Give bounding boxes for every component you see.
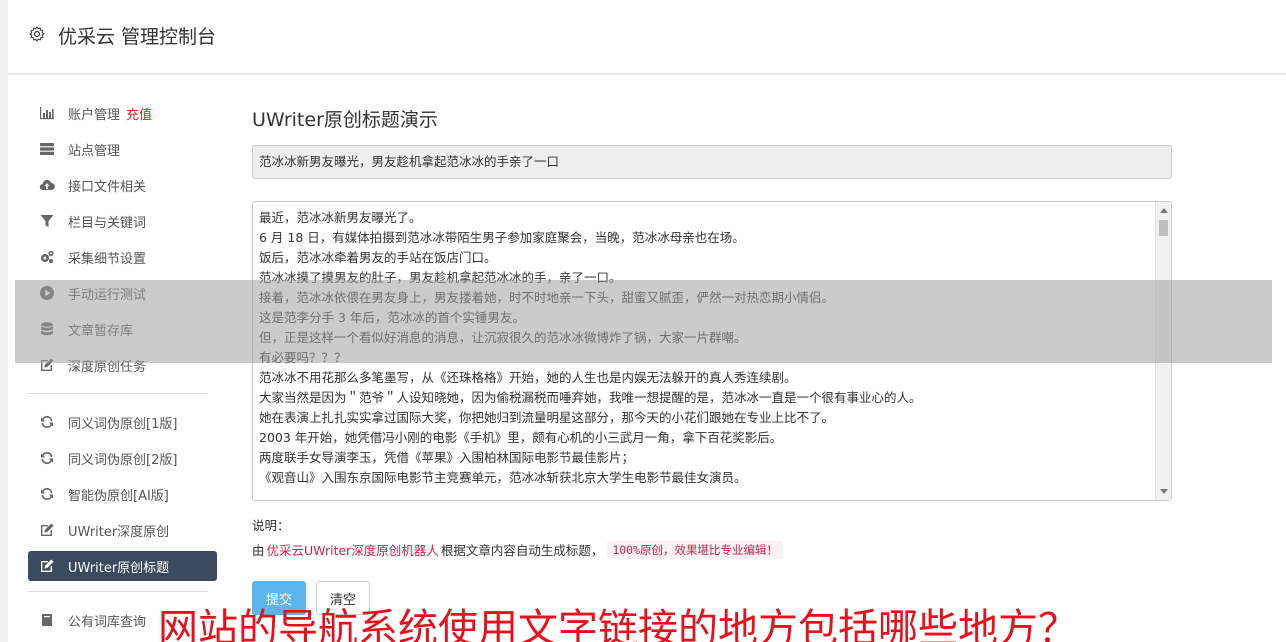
sidebar-item-label: 账户管理 bbox=[68, 107, 121, 123]
note-label: 说明： bbox=[252, 518, 290, 533]
article-line: 但，正是这样一个看似好消息的消息，让沉寂很久的范冰冰微博炸了锅，大家一片群嘲。 bbox=[259, 330, 747, 345]
cogs-icon bbox=[38, 249, 56, 265]
cloud-upload-icon bbox=[38, 177, 56, 193]
sidebar-divider bbox=[28, 591, 208, 592]
article-line: 有必要吗？？？ bbox=[259, 350, 347, 365]
sidebar-item-deep-original-tasks[interactable]: 深度原创任务 bbox=[28, 347, 218, 383]
article-line: 最近，范冰冰新男友曝光了。 bbox=[259, 210, 422, 225]
scroll-down-arrow-icon[interactable] bbox=[1160, 489, 1168, 494]
play-circle-icon bbox=[38, 285, 56, 301]
sidebar-item-label: UWriter原创标题 bbox=[68, 560, 170, 576]
server-icon bbox=[38, 141, 56, 157]
overlay-caption: 网站的导航系统使用文字链接的地方包括哪些地方？ bbox=[158, 606, 1078, 642]
sidebar-item-sites[interactable]: 站点管理 bbox=[28, 131, 218, 167]
sidebar-item-label: 深度原创任务 bbox=[68, 359, 147, 375]
sidebar-item-synonym-v1[interactable]: 同义词伪原创[1版] bbox=[28, 404, 218, 440]
refresh-icon bbox=[38, 450, 56, 466]
edit-icon bbox=[38, 522, 56, 538]
edit-icon bbox=[38, 357, 56, 373]
refresh-icon bbox=[38, 486, 56, 502]
sidebar-item-uwriter-deep[interactable]: UWriter深度原创 bbox=[28, 512, 218, 548]
note-highlight: 优采云UWriter深度原创机器人 bbox=[266, 543, 439, 558]
content-area: UWriter原创标题演示 范冰冰新男友曝光，男友趁机拿起范冰冰的手亲了一口 最… bbox=[252, 105, 1172, 615]
note-code-badge: 100%原创，效果堪比专业编辑！ bbox=[607, 540, 784, 559]
sidebar-item-label: 智能伪原创[AI版] bbox=[68, 488, 169, 504]
sidebar-item-label: 同义词伪原创[2版] bbox=[68, 452, 178, 468]
sidebar-item-label: 手动运行测试 bbox=[68, 287, 147, 303]
sidebar-item-ai-pseudo-original[interactable]: 智能伪原创[AI版] bbox=[28, 476, 218, 512]
article-line: 接着，范冰冰依偎在男友身上，男友搂着她，时不时地亲一下头，甜蜜又腻歪，俨然一对热… bbox=[259, 290, 835, 305]
article-textarea[interactable]: 最近，范冰冰新男友曝光了。 6 月 18 日，有媒体拍摄到范冰冰带陌生男子参加家… bbox=[252, 201, 1172, 501]
bar-chart-icon bbox=[38, 105, 56, 121]
gear-icon[interactable] bbox=[28, 25, 46, 43]
filter-icon bbox=[38, 213, 56, 229]
article-line: 她在表演上扎扎实实拿过国际大奖，你把她归到流量明星这部分，那今天的小花们跟她在专… bbox=[259, 410, 835, 425]
sidebar-item-collect-settings[interactable]: 采集细节设置 bbox=[28, 239, 218, 275]
sidebar-item-manual-run[interactable]: 手动运行测试 bbox=[28, 275, 218, 311]
article-line: 范冰冰不用花那么多笔墨写，从《还珠格格》开始，她的人生也是内娱无法躲开的真人秀连… bbox=[259, 370, 797, 385]
article-line: 2003 年开始，她凭借冯小刚的电影《手机》里，颇有心机的小三武月一角，拿下百花… bbox=[259, 430, 783, 445]
sidebar-item-label: 栏目与关键词 bbox=[68, 215, 147, 231]
sidebar-item-synonym-v2[interactable]: 同义词伪原创[2版] bbox=[28, 440, 218, 476]
scroll-thumb[interactable] bbox=[1159, 220, 1168, 236]
sidebar-item-label: 公有词库查询 bbox=[68, 614, 147, 630]
article-line: 范冰冰摸了摸男友的肚子，男友趁机拿起范冰冰的手，亲了一口。 bbox=[259, 270, 622, 285]
note-middle: 根据文章内容自动生成标题， bbox=[440, 543, 604, 558]
top-header: 优采云 管理控制台 bbox=[8, 0, 1286, 74]
page-title: UWriter原创标题演示 bbox=[252, 109, 438, 131]
article-text: 最近，范冰冰新男友曝光了。 6 月 18 日，有媒体拍摄到范冰冰带陌生男子参加家… bbox=[259, 208, 1153, 488]
sidebar-item-columns-keywords[interactable]: 栏目与关键词 bbox=[28, 203, 218, 239]
article-line: 两度联手女导演李玉，凭借《苹果》入围柏林国际电影节最佳影片； bbox=[259, 450, 635, 465]
sidebar-item-api-files[interactable]: 接口文件相关 bbox=[28, 167, 218, 203]
main-panel: 账户管理 充值 站点管理 接口文件相关 栏目与关键词 采集细节设置 手动运行测试… bbox=[8, 75, 1286, 642]
sidebar-divider bbox=[28, 393, 208, 394]
sidebar-item-label: 站点管理 bbox=[68, 143, 121, 159]
sidebar-item-uwriter-title[interactable]: UWriter原创标题 bbox=[28, 551, 217, 581]
sidebar-item-account[interactable]: 账户管理 充值 bbox=[28, 95, 218, 131]
sidebar-item-label: UWriter深度原创 bbox=[68, 524, 170, 540]
sidebar-item-article-storage[interactable]: 文章暂存库 bbox=[28, 311, 218, 347]
note-text: 由 优采云UWriter深度原创机器人 根据文章内容自动生成标题， 100%原创… bbox=[252, 540, 1172, 559]
sidebar-nav: 账户管理 充值 站点管理 接口文件相关 栏目与关键词 采集细节设置 手动运行测试… bbox=[28, 95, 218, 638]
sidebar-item-label: 采集细节设置 bbox=[68, 251, 147, 267]
edit-icon bbox=[38, 558, 56, 574]
note-prefix: 由 bbox=[252, 543, 265, 558]
refresh-icon bbox=[38, 414, 56, 430]
recharge-link[interactable]: 充值 bbox=[126, 104, 152, 123]
sidebar-item-label: 接口文件相关 bbox=[68, 179, 147, 195]
generated-title-field[interactable]: 范冰冰新男友曝光，男友趁机拿起范冰冰的手亲了一口 bbox=[252, 145, 1172, 179]
app-title: 优采云 管理控制台 bbox=[58, 26, 217, 48]
scroll-up-arrow-icon[interactable] bbox=[1160, 208, 1168, 213]
article-line: 《观音山》入围东京国际电影节主竞赛单元，范冰冰斩获北京大学生电影节最佳女演员。 bbox=[259, 470, 747, 485]
article-line: 这是范李分手 3 年后，范冰冰的首个实锤男友。 bbox=[259, 310, 525, 325]
sidebar-item-label: 同义词伪原创[1版] bbox=[68, 416, 178, 432]
article-line: 饭后，范冰冰牵着男友的手站在饭店门口。 bbox=[259, 250, 497, 265]
article-line: 6 月 18 日，有媒体拍摄到范冰冰带陌生男子参加家庭聚会，当晚，范冰冰母亲也在… bbox=[259, 230, 745, 245]
vertical-scrollbar[interactable] bbox=[1155, 202, 1171, 500]
article-line: 大家当然是因为＂范爷＂人设知晓她，因为偷税漏税而唾弃她，我唯一想提醒的是，范冰冰… bbox=[259, 390, 922, 405]
book-icon bbox=[38, 612, 56, 628]
sidebar-item-label: 文章暂存库 bbox=[68, 323, 134, 339]
database-icon bbox=[38, 321, 56, 337]
